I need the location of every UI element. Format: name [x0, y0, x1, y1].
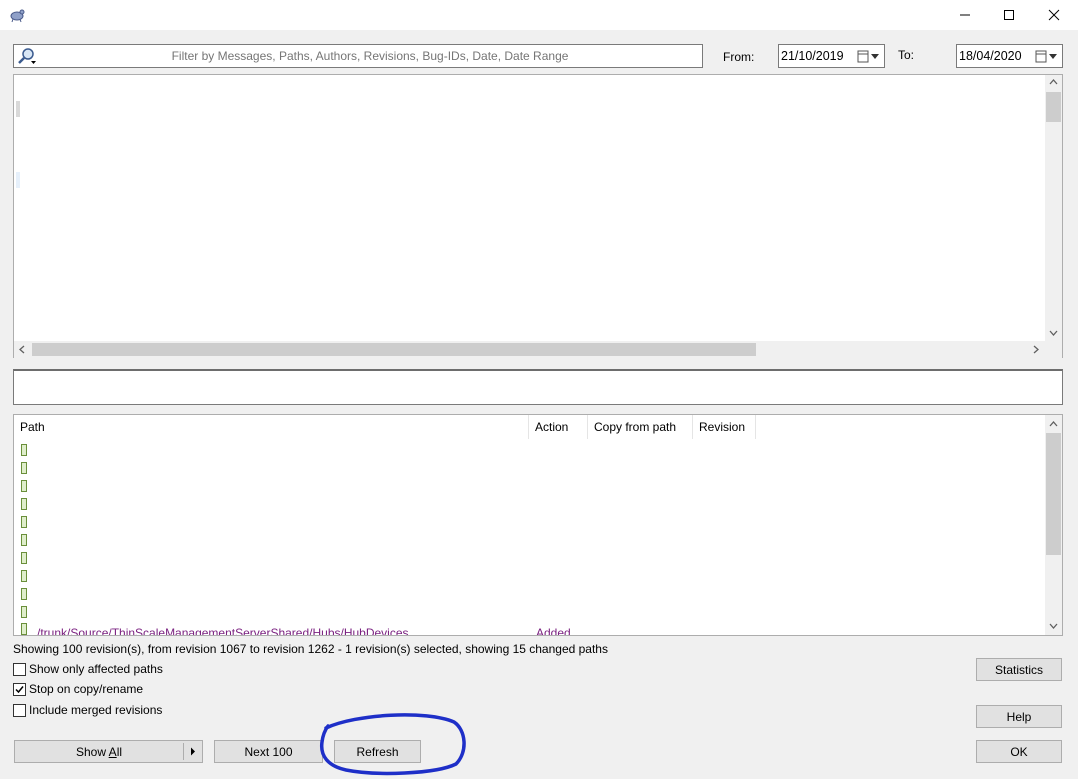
tortoise-icon — [10, 9, 25, 23]
changed-paths-vscrollbar[interactable] — [1045, 415, 1062, 635]
ok-button[interactable]: OK — [976, 740, 1062, 763]
to-date-picker[interactable]: 18/04/2020 — [956, 44, 1063, 68]
search-icon[interactable] — [17, 47, 37, 65]
close-button[interactable] — [1031, 0, 1077, 30]
to-label: To: — [898, 48, 915, 62]
revision-list[interactable] — [13, 74, 1063, 358]
file-added-icon — [21, 552, 27, 564]
scroll-thumb[interactable] — [1046, 433, 1061, 555]
table-row[interactable] — [14, 586, 1045, 603]
column-header-path[interactable]: Path — [14, 415, 529, 439]
list-item[interactable] — [16, 101, 20, 117]
calendar-dropdown-icon[interactable] — [857, 49, 881, 64]
checkmark-icon — [15, 685, 24, 693]
table-row[interactable] — [14, 568, 1045, 585]
show-all-button[interactable]: Show All — [14, 740, 203, 763]
from-label: From: — [723, 50, 755, 64]
revision-list-hscrollbar[interactable] — [14, 341, 1045, 358]
scroll-up-icon[interactable] — [1049, 79, 1058, 85]
list-item[interactable] — [16, 172, 20, 188]
to-date-value[interactable]: 18/04/2020 — [959, 49, 1022, 63]
maximize-icon — [1004, 10, 1014, 20]
file-added-icon — [21, 534, 27, 546]
scroll-left-icon[interactable] — [19, 345, 25, 354]
table-row[interactable] — [14, 514, 1045, 531]
table-row[interactable]: /trunk/Source/ThinScaleManagementServerS… — [21, 622, 1031, 636]
from-date-value[interactable]: 21/10/2019 — [781, 49, 844, 63]
table-row[interactable] — [14, 550, 1045, 567]
table-row[interactable] — [14, 442, 1045, 459]
close-icon — [1048, 9, 1060, 21]
table-row[interactable] — [14, 532, 1045, 549]
column-header-revision[interactable]: Revision — [693, 415, 756, 439]
file-added-icon — [21, 480, 27, 492]
filter-box[interactable] — [13, 44, 703, 68]
statistics-button[interactable]: Statistics — [976, 658, 1062, 681]
column-header-action[interactable]: Action — [529, 415, 588, 439]
scroll-down-icon[interactable] — [1049, 330, 1058, 336]
show-all-label[interactable]: Show All — [15, 745, 183, 759]
stop-on-copy-rename-checkbox[interactable]: Stop on copy/rename — [13, 681, 143, 697]
table-row[interactable] — [14, 496, 1045, 513]
checkbox-box[interactable] — [13, 703, 26, 717]
scroll-up-icon[interactable] — [1049, 421, 1058, 427]
table-row[interactable] — [14, 478, 1045, 495]
maximize-button[interactable] — [986, 0, 1032, 30]
status-text: Showing 100 revision(s), from revision 1… — [13, 642, 608, 656]
column-header-row: Path Action Copy from path Revision — [14, 415, 1045, 439]
scroll-down-icon[interactable] — [1049, 623, 1058, 629]
file-added-icon — [21, 498, 27, 510]
column-header-copy-from-path[interactable]: Copy from path — [588, 415, 693, 439]
calendar-dropdown-icon[interactable] — [1035, 49, 1059, 64]
minimize-button[interactable] — [942, 0, 988, 30]
scroll-thumb[interactable] — [1046, 92, 1061, 122]
dropdown-arrow-icon[interactable] — [190, 747, 196, 756]
scroll-thumb[interactable] — [32, 343, 756, 356]
scroll-right-icon[interactable] — [1033, 345, 1039, 354]
checkbox-label[interactable]: Include merged revisions — [29, 703, 162, 717]
file-added-icon — [21, 444, 27, 456]
filter-input[interactable] — [40, 45, 700, 67]
next-100-button[interactable]: Next 100 — [214, 740, 323, 763]
changed-paths-list[interactable]: Path Action Copy from path Revision /tru… — [13, 414, 1063, 636]
title-bar — [0, 0, 1078, 30]
minimize-icon — [960, 14, 970, 16]
table-row[interactable] — [14, 460, 1045, 477]
file-added-icon — [21, 623, 27, 635]
file-added-icon — [21, 588, 27, 600]
include-merged-revisions-checkbox[interactable]: Include merged revisions — [13, 702, 162, 718]
refresh-button[interactable]: Refresh — [334, 740, 421, 763]
split-divider — [183, 743, 184, 760]
checkbox-box[interactable] — [13, 682, 26, 696]
path-cell: /trunk/Source/ThinScaleManagementServerS… — [37, 626, 409, 636]
checkbox-label[interactable]: Show only affected paths — [29, 662, 163, 676]
log-message-box[interactable] — [13, 369, 1063, 405]
checkbox-box[interactable] — [13, 662, 26, 676]
file-added-icon — [21, 570, 27, 582]
help-button[interactable]: Help — [976, 705, 1062, 728]
file-added-icon — [21, 462, 27, 474]
show-only-affected-paths-checkbox[interactable]: Show only affected paths — [13, 661, 163, 677]
file-added-icon — [21, 516, 27, 528]
action-cell: Added — [536, 626, 571, 636]
checkbox-label[interactable]: Stop on copy/rename — [29, 682, 143, 696]
table-row[interactable] — [14, 604, 1045, 621]
from-date-picker[interactable]: 21/10/2019 — [778, 44, 885, 68]
revision-list-vscrollbar[interactable] — [1045, 75, 1062, 341]
scroll-corner — [1045, 341, 1062, 358]
file-added-icon — [21, 606, 27, 618]
